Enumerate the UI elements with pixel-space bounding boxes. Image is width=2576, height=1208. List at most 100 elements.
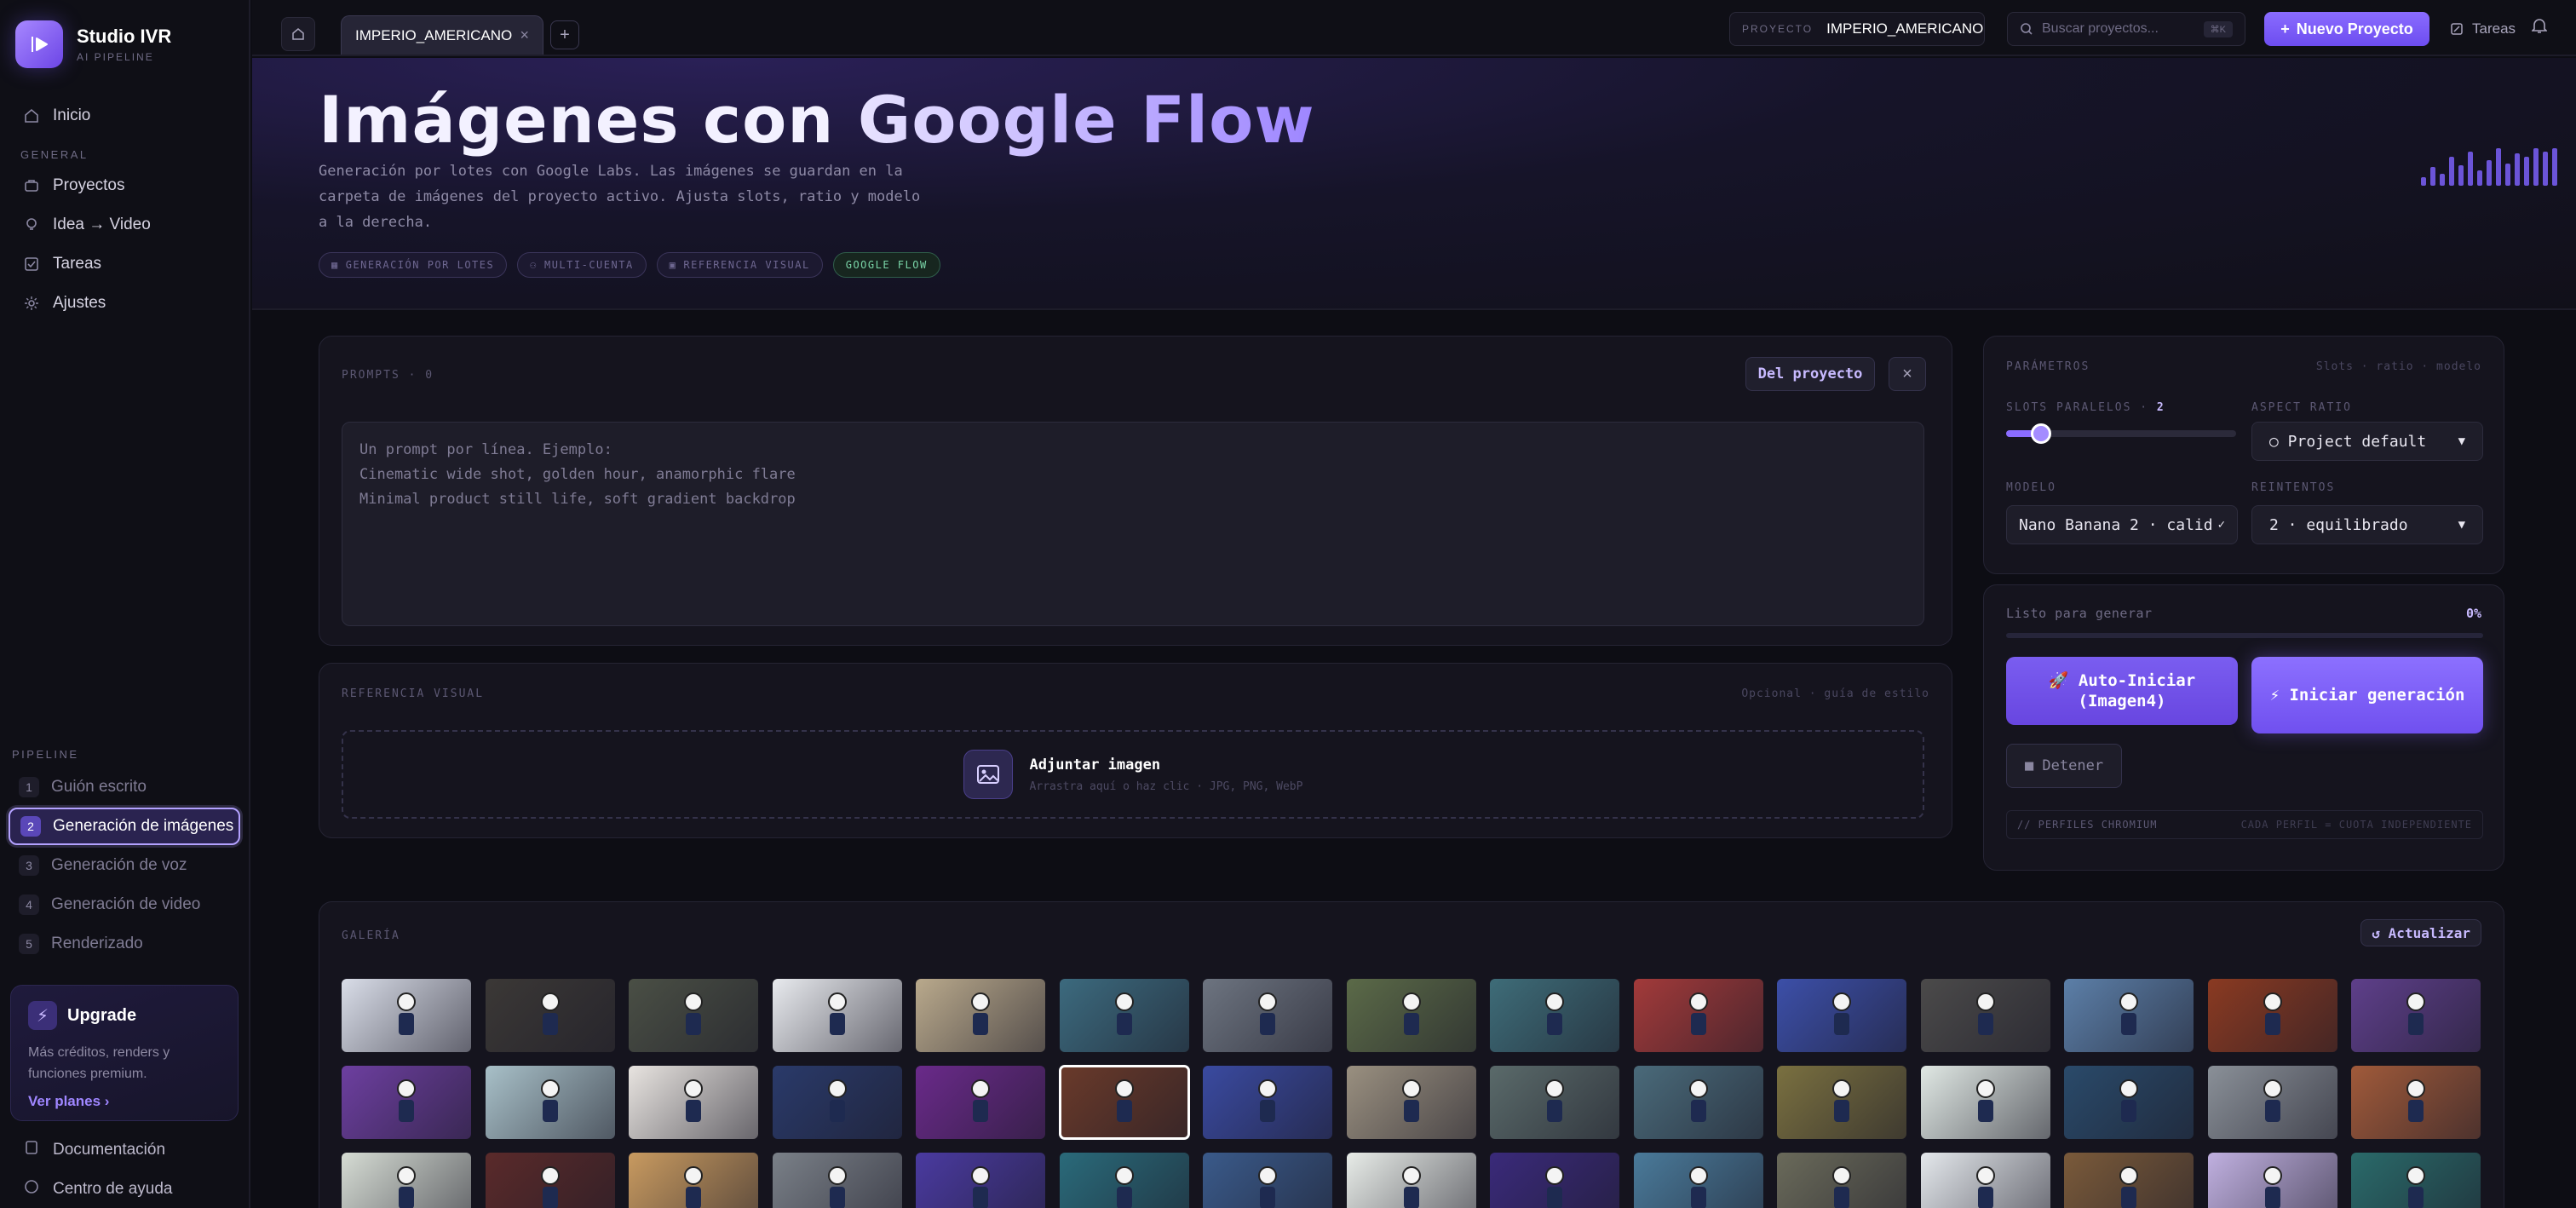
gallery-thumbnail[interactable] — [1777, 1066, 1906, 1139]
gallery-thumbnail[interactable] — [916, 979, 1045, 1052]
gallery-thumbnail[interactable] — [1059, 1153, 1189, 1208]
gallery-thumbnail[interactable] — [1059, 979, 1189, 1052]
add-tab-button[interactable]: + — [550, 20, 579, 49]
section-pipeline-label: PIPELINE — [12, 748, 79, 761]
nav-inicio[interactable]: Inicio — [10, 99, 240, 133]
gallery-thumbnail[interactable] — [629, 1153, 758, 1208]
gallery-thumbnail[interactable] — [2207, 979, 2337, 1052]
gallery-thumbnail[interactable] — [1058, 1065, 1190, 1140]
thumbnail-figure-head — [2119, 992, 2138, 1011]
pipeline-step-render[interactable]: 5 Renderizado — [9, 925, 240, 963]
thumbnail-figure-body — [686, 1013, 701, 1035]
gallery-thumbnail[interactable] — [1777, 1153, 1906, 1208]
gallery-thumbnail[interactable] — [1203, 979, 1332, 1052]
model-select[interactable]: Nano Banana 2 · calidad ✓ — [2006, 505, 2238, 544]
close-icon[interactable]: × — [520, 26, 529, 44]
gallery-thumbnail[interactable] — [1346, 1066, 1476, 1139]
prompts-textarea[interactable]: Un prompt por línea. Ejemplo: Cinematic … — [342, 422, 1924, 626]
thumbnail-figure-head — [1688, 1166, 1708, 1185]
gallery-thumbnail[interactable] — [1490, 1066, 1619, 1139]
gallery-thumbnail[interactable] — [1203, 1066, 1332, 1139]
aspect-ratio-select[interactable]: ○ Project default ▼ — [2251, 422, 2483, 461]
project-indicator[interactable]: PROYECTO IMPERIO_AMERICANO — [1729, 12, 1985, 46]
gallery-thumbnail[interactable] — [916, 1066, 1045, 1139]
from-project-button[interactable]: Del proyecto — [1745, 357, 1875, 391]
slots-label-text: SLOTS PARALELOS · — [2006, 401, 2157, 414]
gallery-thumbnail[interactable] — [2207, 1153, 2337, 1208]
gallery-thumbnail[interactable] — [916, 1153, 1045, 1208]
pipeline-step-video[interactable]: 4 Generación de video — [9, 886, 240, 923]
gallery-thumbnail[interactable] — [1633, 1153, 1763, 1208]
gallery-thumbnail[interactable] — [1346, 979, 1476, 1052]
auto-start-button[interactable]: 🚀 Auto-Iniciar (Imagen4) — [2006, 657, 2238, 725]
gallery-thumbnail[interactable] — [342, 1066, 471, 1139]
thumbnail-figure-body — [1834, 1100, 1849, 1122]
gallery-thumbnail[interactable] — [772, 1066, 902, 1139]
thumbnail-figure-head — [540, 1079, 560, 1098]
gallery-thumbnail[interactable] — [2207, 1066, 2337, 1139]
gallery-thumbnail[interactable] — [342, 1153, 471, 1208]
gallery-thumbnail[interactable] — [2351, 1066, 2481, 1139]
help-icon — [24, 1179, 39, 1199]
nav-proyectos[interactable]: Proyectos — [10, 169, 240, 203]
pipeline-step-number: 5 — [19, 934, 39, 954]
model-label: MODELO — [2006, 481, 2056, 494]
gallery-thumbnail[interactable] — [1346, 1153, 1476, 1208]
gallery-thumbnail[interactable] — [629, 979, 758, 1052]
thumbnail-figure-head — [684, 1166, 703, 1185]
refresh-button[interactable]: ↺ Actualizar — [2360, 919, 2481, 946]
gallery-thumbnail[interactable] — [342, 979, 471, 1052]
gallery-thumbnail[interactable] — [1777, 979, 1906, 1052]
gallery-thumbnail[interactable] — [2064, 1066, 2194, 1139]
pipeline-step-guion[interactable]: 1 Guión escrito — [9, 768, 240, 806]
upgrade-link[interactable]: Ver planes › — [28, 1093, 221, 1110]
pipeline-step-voz[interactable]: 3 Generación de voz — [9, 847, 240, 884]
new-project-button[interactable]: + Nuevo Proyecto — [2264, 12, 2429, 46]
gallery-thumbnail[interactable] — [485, 979, 615, 1052]
clear-prompts-button[interactable]: × — [1889, 357, 1926, 391]
gallery-thumbnail[interactable] — [772, 979, 902, 1052]
nav-tareas[interactable]: Tareas — [10, 247, 240, 281]
gallery-thumbnail[interactable] — [1490, 1153, 1619, 1208]
tab-project[interactable]: IMPERIO_AMERICANO × — [341, 15, 543, 55]
gallery-thumbnail[interactable] — [1203, 1153, 1332, 1208]
gallery-thumbnail[interactable] — [485, 1153, 615, 1208]
retries-select[interactable]: 2 · equilibrado ▼ — [2251, 505, 2483, 544]
bell-icon[interactable] — [2531, 17, 2548, 38]
brand[interactable]: Studio IVR AI PIPELINE — [15, 20, 171, 68]
docs-link[interactable]: Documentación — [10, 1140, 165, 1160]
gallery-thumbnail[interactable] — [1920, 979, 2050, 1052]
gallery-thumbnail[interactable] — [485, 1066, 615, 1139]
thumbnail-figure-head — [684, 992, 703, 1011]
gallery-thumbnail[interactable] — [1920, 1066, 2050, 1139]
gallery-label: GALERÍA — [342, 929, 400, 942]
pipeline-step-imagenes[interactable]: 2 Generación de imágenes — [9, 808, 240, 845]
gallery-thumbnail[interactable] — [1633, 979, 1763, 1052]
prompts-panel: PROMPTS · 0 Del proyecto × Un prompt por… — [319, 336, 1952, 646]
pipeline-step-label: Renderizado — [51, 935, 143, 952]
home-button[interactable] — [281, 17, 315, 51]
gallery-thumbnail[interactable] — [629, 1066, 758, 1139]
gallery-thumbnail[interactable] — [2064, 979, 2194, 1052]
slots-slider-handle[interactable] — [2030, 423, 2051, 444]
gallery-thumbnail[interactable] — [2064, 1153, 2194, 1208]
gallery-thumbnail[interactable] — [1490, 979, 1619, 1052]
help-link[interactable]: Centro de ayuda — [10, 1179, 173, 1199]
gallery-thumbnail[interactable] — [1920, 1153, 2050, 1208]
search-input[interactable]: Buscar proyectos... ⌘K — [2007, 12, 2245, 46]
nav-idea-video[interactable]: Idea → Video — [10, 208, 240, 242]
thumbnail-figure-head — [1258, 1166, 1277, 1185]
nav-ajustes[interactable]: Ajustes — [10, 286, 240, 320]
image-dropzone[interactable]: Adjuntar imagen Arrastra aquí o haz clic… — [342, 730, 1924, 819]
gallery-thumbnail[interactable] — [1633, 1066, 1763, 1139]
gallery-thumbnail[interactable] — [2351, 1153, 2481, 1208]
chromium-profiles[interactable]: // PERFILES CHROMIUM CADA PERFIL = CUOTA… — [2006, 810, 2483, 839]
thumbnail-figure-body — [1116, 1013, 1132, 1035]
stop-button[interactable]: ■ Detener — [2006, 744, 2122, 788]
gallery-thumbnail[interactable] — [2351, 979, 2481, 1052]
start-generation-button[interactable]: ⚡ Iniciar generación — [2251, 657, 2483, 733]
pipeline-step-number: 2 — [20, 816, 41, 837]
slots-slider[interactable] — [2006, 423, 2236, 444]
tasks-button[interactable]: Tareas — [2450, 12, 2516, 46]
gallery-thumbnail[interactable] — [772, 1153, 902, 1208]
